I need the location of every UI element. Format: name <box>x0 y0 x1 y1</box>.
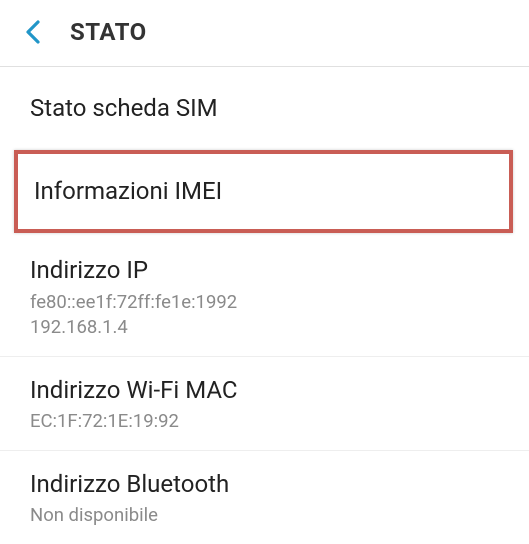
list-item-wifi-mac[interactable]: Indirizzo Wi-Fi MAC EC:1F:72:1E:19:92 <box>0 357 529 450</box>
list-item-title: Informazioni IMEI <box>34 176 493 207</box>
header-bar: STATO <box>0 0 529 67</box>
list-item-sim-status[interactable]: Stato scheda SIM <box>0 71 529 146</box>
page-title: STATO <box>70 18 147 46</box>
ip-line-1: fe80::ee1f:72ff:fe1e:1992 <box>30 290 499 315</box>
list-item-value: fe80::ee1f:72ff:fe1e:1992 192.168.1.4 <box>30 290 499 340</box>
list-item-bluetooth-address[interactable]: Indirizzo Bluetooth Non disponibile <box>0 451 529 544</box>
list-item-imei-info[interactable]: Informazioni IMEI <box>18 154 509 229</box>
ip-line-2: 192.168.1.4 <box>30 315 499 340</box>
settings-list: Stato scheda SIM Informazioni IMEI Indir… <box>0 67 529 544</box>
list-item-title: Stato scheda SIM <box>30 93 499 124</box>
list-item-title: Indirizzo IP <box>30 255 499 286</box>
back-icon[interactable] <box>24 18 42 46</box>
highlight-annotation: Informazioni IMEI <box>14 150 513 233</box>
list-item-title: Indirizzo Bluetooth <box>30 469 499 500</box>
list-item-value: EC:1F:72:1E:19:92 <box>30 409 499 434</box>
list-item-ip-address[interactable]: Indirizzo IP fe80::ee1f:72ff:fe1e:1992 1… <box>0 237 529 355</box>
list-item-title: Indirizzo Wi-Fi MAC <box>30 375 499 406</box>
list-item-value: Non disponibile <box>30 503 499 528</box>
